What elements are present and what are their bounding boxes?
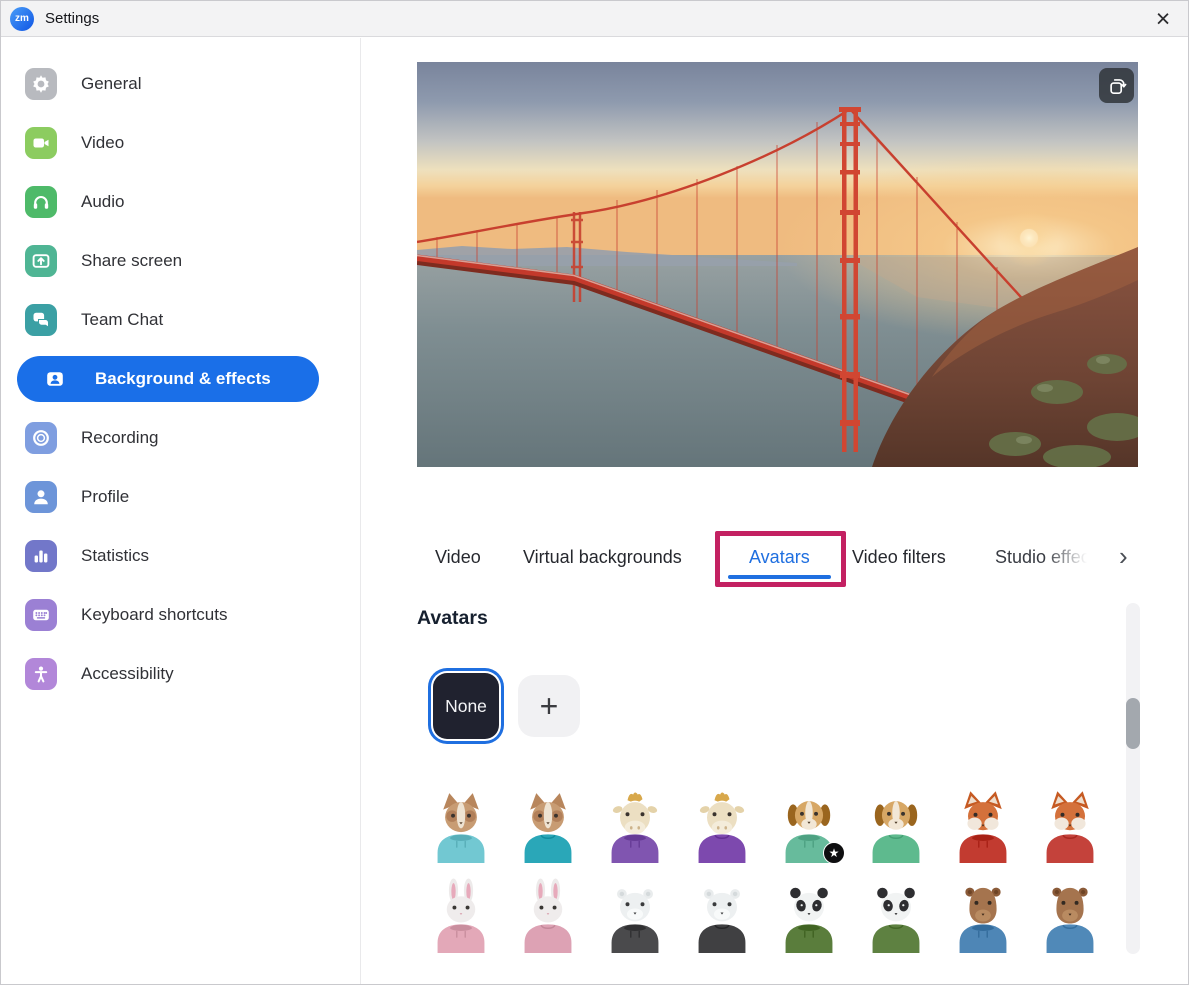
- avatar-rabbit-tshirt[interactable]: [504, 870, 591, 958]
- sidebar-item-audio[interactable]: Audio: [1, 172, 360, 231]
- avatar-cow-tshirt[interactable]: [678, 780, 765, 868]
- sidebar-item-statistics[interactable]: Statistics: [1, 526, 360, 585]
- polar-bear-avatar-icon: [692, 878, 752, 958]
- chat-bubbles-icon: [25, 304, 57, 336]
- headphones-icon: [25, 186, 57, 218]
- avatar-corgi-hoodie[interactable]: [417, 780, 504, 868]
- avatar-polar-bear-hoodie[interactable]: [591, 870, 678, 958]
- settings-sidebar: General Video Audio Share screen Team Chat Ba…: [1, 38, 361, 984]
- avatar-fox-tshirt[interactable]: [1026, 780, 1113, 868]
- sidebar-item-label: Audio: [81, 192, 124, 212]
- sidebar-item-general[interactable]: General: [1, 54, 360, 113]
- keyboard-icon: [25, 599, 57, 631]
- close-icon[interactable]: ×: [1148, 4, 1178, 34]
- corgi-avatar-icon: [518, 788, 578, 868]
- fox-avatar-icon: [953, 788, 1013, 868]
- avatar-grid-row: ★: [417, 780, 1138, 868]
- scrollbar-thumb[interactable]: [1126, 698, 1140, 749]
- tab-video[interactable]: Video: [435, 532, 481, 582]
- panda-avatar-icon: [866, 878, 926, 958]
- sidebar-item-label: General: [81, 74, 141, 94]
- tab-video-filters[interactable]: Video filters: [852, 532, 946, 582]
- avatar-beagle-tshirt[interactable]: [852, 780, 939, 868]
- sidebar-item-recording[interactable]: Recording: [1, 408, 360, 467]
- star-badge-icon: ★: [823, 842, 845, 864]
- avatar-beagle-hoodie[interactable]: ★: [765, 780, 852, 868]
- background-preview-image: [417, 62, 1138, 467]
- avatar-grid-row: [417, 870, 1138, 958]
- zoom-logo-icon: zm: [10, 7, 34, 31]
- avatars-heading: Avatars: [417, 607, 488, 630]
- title-bar: zm Settings ×: [1, 1, 1188, 37]
- video-camera-icon: [25, 127, 57, 159]
- beaver-avatar-icon: [1040, 878, 1100, 958]
- sidebar-item-background-effects[interactable]: Background & effects: [1, 349, 360, 408]
- sidebar-item-team-chat[interactable]: Team Chat: [1, 290, 360, 349]
- share-screen-icon: [25, 245, 57, 277]
- rabbit-avatar-icon: [431, 878, 491, 958]
- window-title: Settings: [45, 10, 99, 27]
- sidebar-item-share-screen[interactable]: Share screen: [1, 231, 360, 290]
- beaver-avatar-icon: [953, 878, 1013, 958]
- active-tab-underline: [728, 575, 831, 579]
- fox-avatar-icon: [1040, 788, 1100, 868]
- sidebar-item-keyboard-shortcuts[interactable]: Keyboard shortcuts: [1, 585, 360, 644]
- settings-window: zm Settings × General Video Audio Share scr…: [0, 0, 1189, 985]
- add-avatar-button[interactable]: +: [518, 675, 580, 737]
- background-person-icon: [39, 363, 71, 395]
- sidebar-item-label: Background & effects: [95, 369, 271, 389]
- panda-avatar-icon: [779, 878, 839, 958]
- sidebar-item-accessibility[interactable]: Accessibility: [1, 644, 360, 703]
- avatar-beaver-hoodie[interactable]: [939, 870, 1026, 958]
- sidebar-item-label: Statistics: [81, 546, 149, 566]
- sidebar-item-profile[interactable]: Profile: [1, 467, 360, 526]
- beagle-avatar-icon: [866, 788, 926, 868]
- avatar-corgi-tshirt[interactable]: [504, 780, 591, 868]
- sidebar-item-video[interactable]: Video: [1, 113, 360, 172]
- cow-avatar-icon: [692, 788, 752, 868]
- sidebar-item-label: Recording: [81, 428, 159, 448]
- bar-chart-icon: [25, 540, 57, 572]
- person-icon: [25, 481, 57, 513]
- rabbit-avatar-icon: [518, 878, 578, 958]
- avatar-panda-tshirt[interactable]: [852, 870, 939, 958]
- avatar-cow-hoodie[interactable]: [591, 780, 678, 868]
- gear-icon: [25, 68, 57, 100]
- avatar-fox-hoodie[interactable]: [939, 780, 1026, 868]
- scrollbar-track[interactable]: [1126, 603, 1140, 954]
- avatar-beaver-tshirt[interactable]: [1026, 870, 1113, 958]
- avatar-rabbit-hoodie[interactable]: [417, 870, 504, 958]
- sidebar-item-label: Share screen: [81, 251, 182, 271]
- avatar-polar-bear-tshirt[interactable]: [678, 870, 765, 958]
- record-circle-icon: [25, 422, 57, 454]
- corgi-avatar-icon: [431, 788, 491, 868]
- accessibility-icon: [25, 658, 57, 690]
- avatar-none-button[interactable]: None: [433, 673, 499, 739]
- tab-virtual-backgrounds[interactable]: Virtual backgrounds: [523, 532, 682, 582]
- cow-avatar-icon: [605, 788, 665, 868]
- sidebar-item-label: Profile: [81, 487, 129, 507]
- tab-studio-effect[interactable]: Studio effect: [995, 532, 1095, 582]
- sidebar-item-label: Video: [81, 133, 124, 153]
- polar-bear-avatar-icon: [605, 878, 665, 958]
- avatar-panda-hoodie[interactable]: [765, 870, 852, 958]
- more-tabs-chevron-icon[interactable]: ›: [1119, 532, 1128, 582]
- sidebar-item-label: Team Chat: [81, 310, 163, 330]
- rotate-camera-icon[interactable]: [1099, 68, 1134, 103]
- sidebar-item-label: Keyboard shortcuts: [81, 605, 227, 625]
- sidebar-item-label: Accessibility: [81, 664, 174, 684]
